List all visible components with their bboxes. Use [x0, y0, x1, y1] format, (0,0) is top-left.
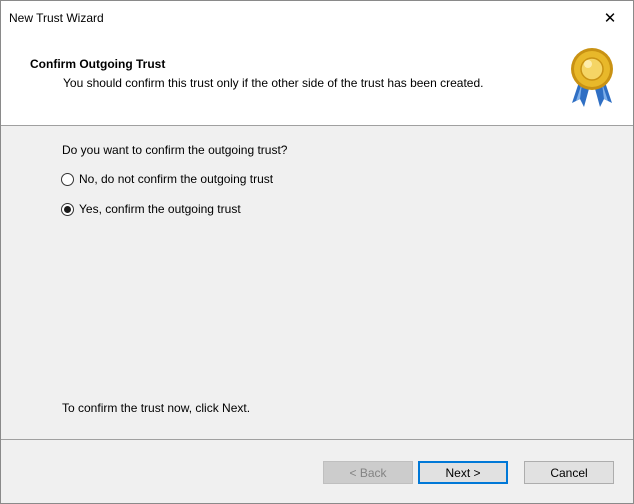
close-icon: ✕ [603, 10, 617, 27]
page-title: Confirm Outgoing Trust [30, 57, 166, 71]
wizard-content: Do you want to confirm the outgoing trus… [1, 126, 633, 439]
option-no-confirm[interactable]: No, do not confirm the outgoing trust [61, 172, 273, 186]
wizard-window: New Trust Wizard ✕ Confirm Outgoing Trus… [0, 0, 634, 504]
award-seal-icon [571, 48, 613, 107]
radio-button-selected[interactable] [61, 202, 74, 216]
radio-button[interactable] [61, 172, 74, 186]
window-title: New Trust Wizard [9, 11, 104, 25]
close-button[interactable]: ✕ [587, 1, 633, 35]
option-label: No, do not confirm the outgoing trust [79, 172, 274, 186]
option-label: Yes, confirm the outgoing trust [79, 202, 241, 216]
title-bar: New Trust Wizard ✕ [1, 1, 633, 35]
page-description: You should confirm this trust only if th… [63, 76, 484, 90]
next-button[interactable]: Next > [418, 461, 508, 484]
question-label: Do you want to confirm the outgoing trus… [62, 143, 288, 157]
wizard-header: Confirm Outgoing Trust You should confir… [1, 35, 633, 126]
option-yes-confirm[interactable]: Yes, confirm the outgoing trust [61, 202, 241, 216]
cancel-button[interactable]: Cancel [524, 461, 614, 484]
footer-divider [1, 439, 633, 440]
back-button[interactable]: < Back [323, 461, 413, 484]
instruction-text: To confirm the trust now, click Next. [62, 401, 251, 415]
